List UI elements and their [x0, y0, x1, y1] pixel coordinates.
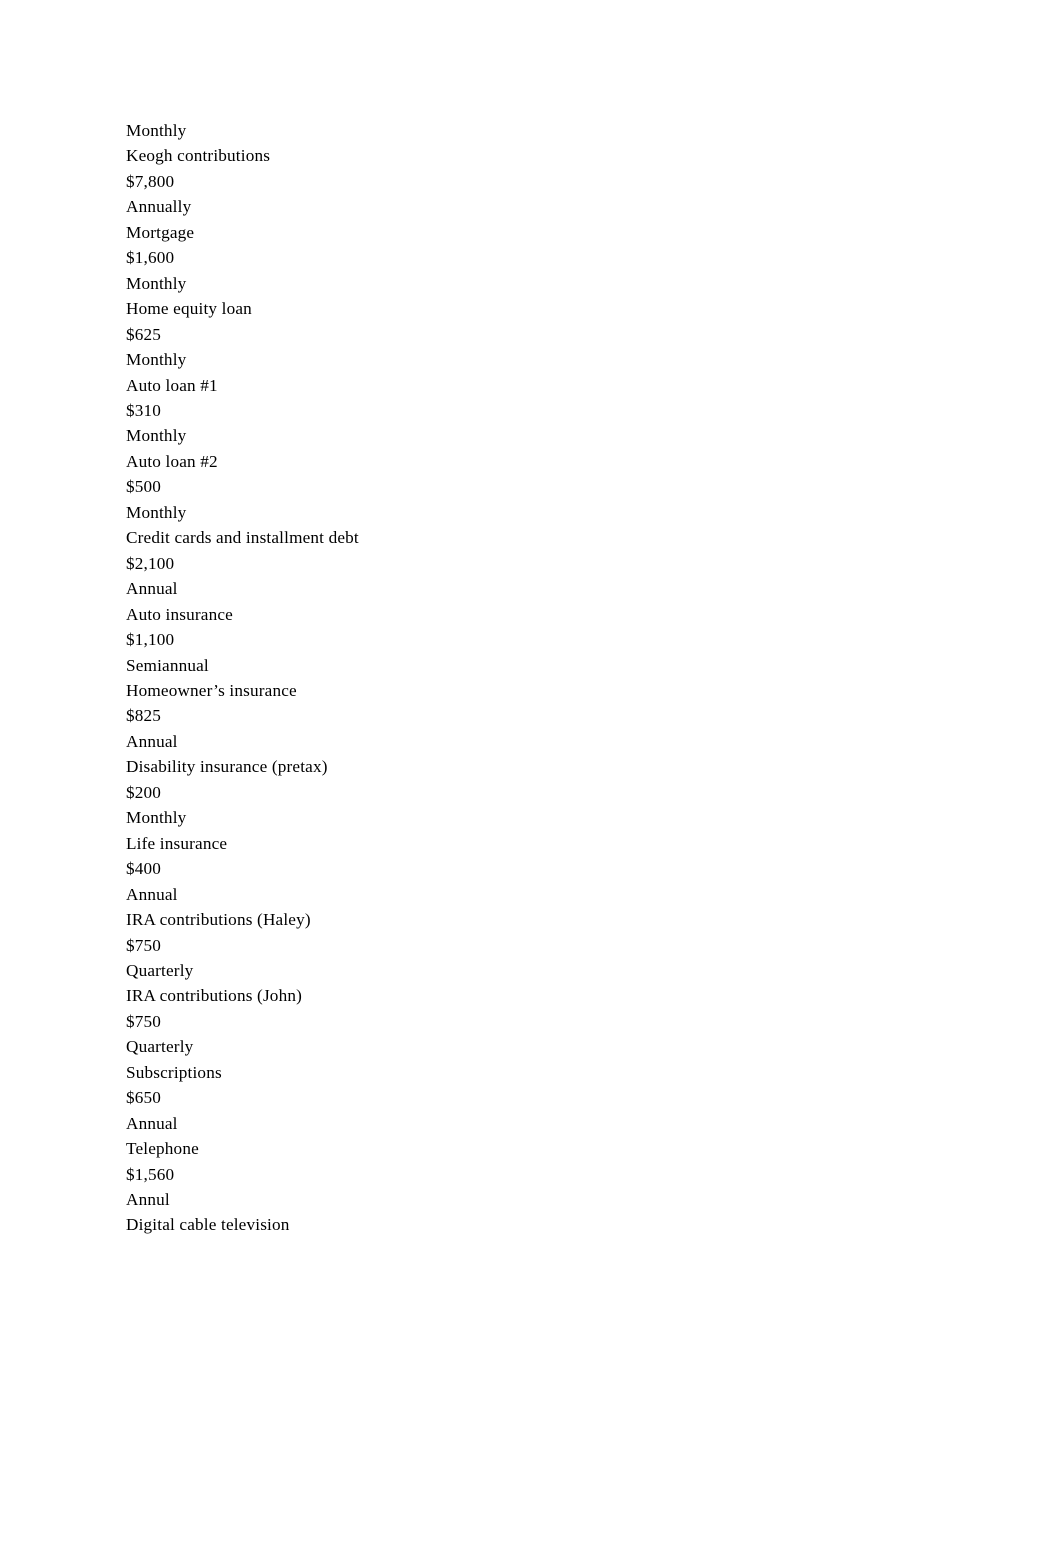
document-line: Auto loan #1 [126, 375, 218, 395]
document-line: Mortgage [126, 222, 195, 242]
document-line: Auto insurance [126, 604, 233, 624]
document-line: Annual [126, 579, 178, 599]
document-line: $400 [126, 859, 162, 879]
document-line: Monthly [126, 350, 187, 370]
document-line: Monthly [126, 273, 187, 293]
document-line: Quarterly [126, 1037, 194, 1057]
document-line: IRA contributions (John) [126, 986, 302, 1006]
document-line: $625 [126, 324, 162, 344]
document-line: Credit cards and installment debt [126, 528, 359, 548]
document-line: Homeowner’s insurance [126, 680, 297, 700]
document-line: $750 [126, 935, 162, 955]
document-line: $1,560 [126, 1164, 175, 1184]
document-line: Subscriptions [126, 1062, 222, 1082]
document-line: Annual [126, 1113, 178, 1133]
document-line: Annual [126, 884, 178, 904]
document-line: $200 [126, 782, 162, 802]
document-line: $1,600 [126, 248, 175, 268]
document-line: Auto loan #2 [126, 451, 218, 471]
document-line: $310 [126, 400, 162, 420]
document-line: Disability insurance (pretax) [126, 757, 328, 777]
document-line: Home equity loan [126, 299, 252, 319]
document-line: Telephone [126, 1139, 199, 1159]
document-line: Life insurance [126, 833, 228, 853]
document-line: IRA contributions (Haley) [126, 910, 311, 930]
document-line: Annual [126, 731, 178, 751]
document-line: Annul [126, 1190, 170, 1210]
document-line: Quarterly [126, 960, 194, 980]
document-line: $7,800 [126, 171, 175, 191]
document-line: $650 [126, 1088, 162, 1108]
document-line: Semiannual [126, 655, 209, 675]
document-line: Monthly [126, 808, 187, 828]
document-line: Monthly [126, 502, 187, 522]
document-line: $1,100 [126, 630, 175, 650]
document-text-block: Monthly Keogh contributions $7,800 Annually… [126, 118, 1062, 1238]
document-page: Monthly Keogh contributions $7,800 Annually… [0, 0, 1062, 1561]
document-line: $750 [126, 1011, 162, 1031]
document-line: $825 [126, 706, 162, 726]
document-line: $500 [126, 477, 162, 497]
document-line: Annually [126, 197, 192, 217]
document-line: Monthly [126, 426, 187, 446]
document-line: Keogh contributions [126, 146, 271, 166]
document-line: Monthly [126, 121, 187, 140]
document-line: $2,100 [126, 553, 175, 573]
document-line: Digital cable television [126, 1215, 290, 1235]
